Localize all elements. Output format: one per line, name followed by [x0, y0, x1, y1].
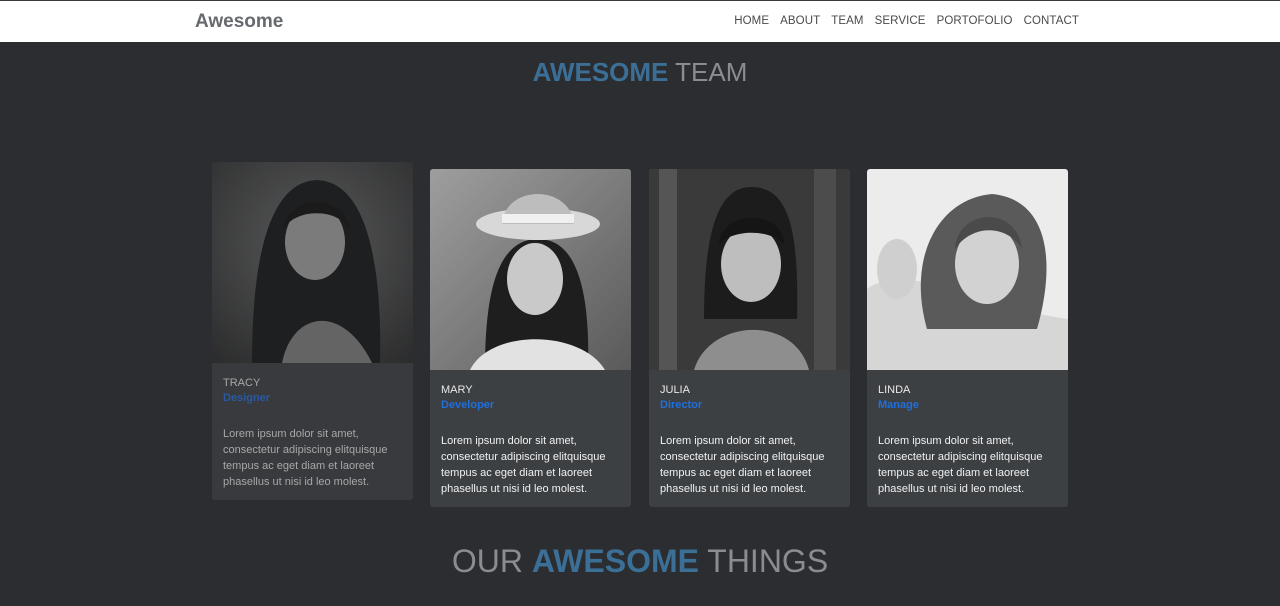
member-bio: Lorem ipsum dolor sit amet, consectetur …: [660, 435, 825, 495]
member-bio: Lorem ipsum dolor sit amet, consectetur …: [223, 428, 388, 488]
nav-link-contact[interactable]: CONTACT: [1024, 15, 1079, 27]
team-card-mary[interactable]: MARY Developer Lorem ipsum dolor sit ame…: [430, 169, 631, 507]
member-name: JULIA: [660, 384, 690, 396]
card-body: MARY Developer Lorem ipsum dolor sit ame…: [430, 370, 631, 497]
member-name: MARY: [441, 384, 473, 396]
member-bio: Lorem ipsum dolor sit amet, consectetur …: [441, 435, 606, 495]
nav-link-service[interactable]: SERVICE: [875, 15, 926, 27]
member-role: Developer: [441, 399, 495, 411]
team-title-rest: TEAM: [668, 57, 748, 87]
team-section-title: AWESOME TEAM: [0, 57, 1280, 88]
member-photo: [430, 169, 631, 370]
member-photo: [212, 162, 413, 363]
team-title-accent: AWESOME: [532, 57, 669, 87]
card-body: JULIA Director Lorem ipsum dolor sit ame…: [649, 370, 850, 497]
things-section-title: OUR AWESOME THINGS: [0, 543, 1280, 580]
member-photo: [649, 169, 850, 370]
nav-menu: HOME ABOUT TEAM SERVICE PORTOFOLIO CONTA…: [734, 15, 1079, 27]
team-card-linda[interactable]: LINDA Manage Lorem ipsum dolor sit amet,…: [867, 169, 1068, 507]
things-title-post: THINGS: [698, 543, 829, 579]
nav-link-portfolio[interactable]: PORTOFOLIO: [937, 15, 1013, 27]
team-card-julia[interactable]: JULIA Director Lorem ipsum dolor sit ame…: [649, 169, 850, 507]
member-role: Designer: [223, 392, 271, 404]
team-card-tracy[interactable]: TRACY Designer Lorem ipsum dolor sit ame…: [212, 162, 413, 500]
member-bio: Lorem ipsum dolor sit amet, consectetur …: [878, 435, 1043, 495]
top-navbar: Awesome HOME ABOUT TEAM SERVICE PORTOFOL…: [0, 0, 1280, 42]
things-title-accent: AWESOME: [531, 543, 699, 579]
member-name: TRACY: [223, 377, 261, 389]
nav-link-team[interactable]: TEAM: [831, 15, 863, 27]
brand-logo[interactable]: Awesome: [195, 11, 283, 33]
member-role: Manage: [878, 399, 919, 411]
card-body: TRACY Designer Lorem ipsum dolor sit ame…: [212, 363, 413, 490]
member-photo: [867, 169, 1068, 370]
member-role: Director: [660, 399, 703, 411]
nav-link-home[interactable]: HOME: [734, 15, 769, 27]
card-body: LINDA Manage Lorem ipsum dolor sit amet,…: [867, 370, 1068, 497]
things-title-pre: OUR: [451, 543, 532, 579]
nav-link-about[interactable]: ABOUT: [780, 15, 820, 27]
member-name: LINDA: [878, 384, 911, 396]
